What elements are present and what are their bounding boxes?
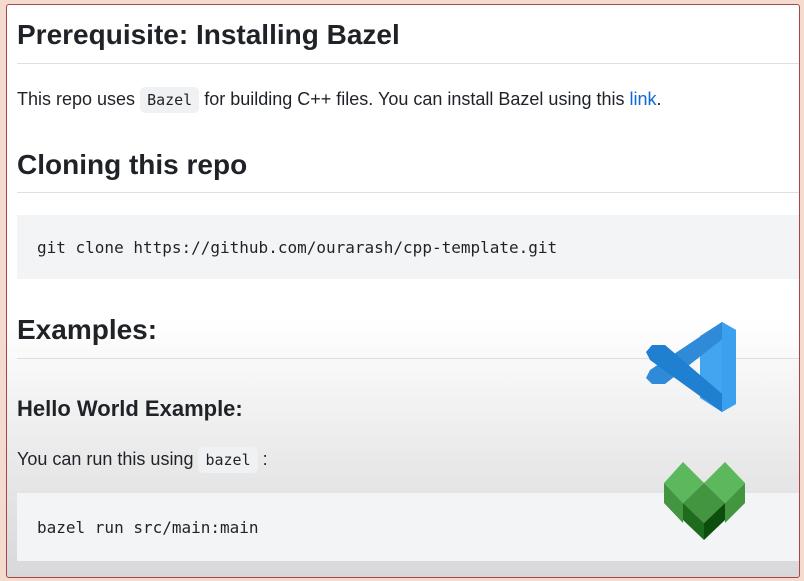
bazel-logo-icon — [664, 462, 745, 540]
